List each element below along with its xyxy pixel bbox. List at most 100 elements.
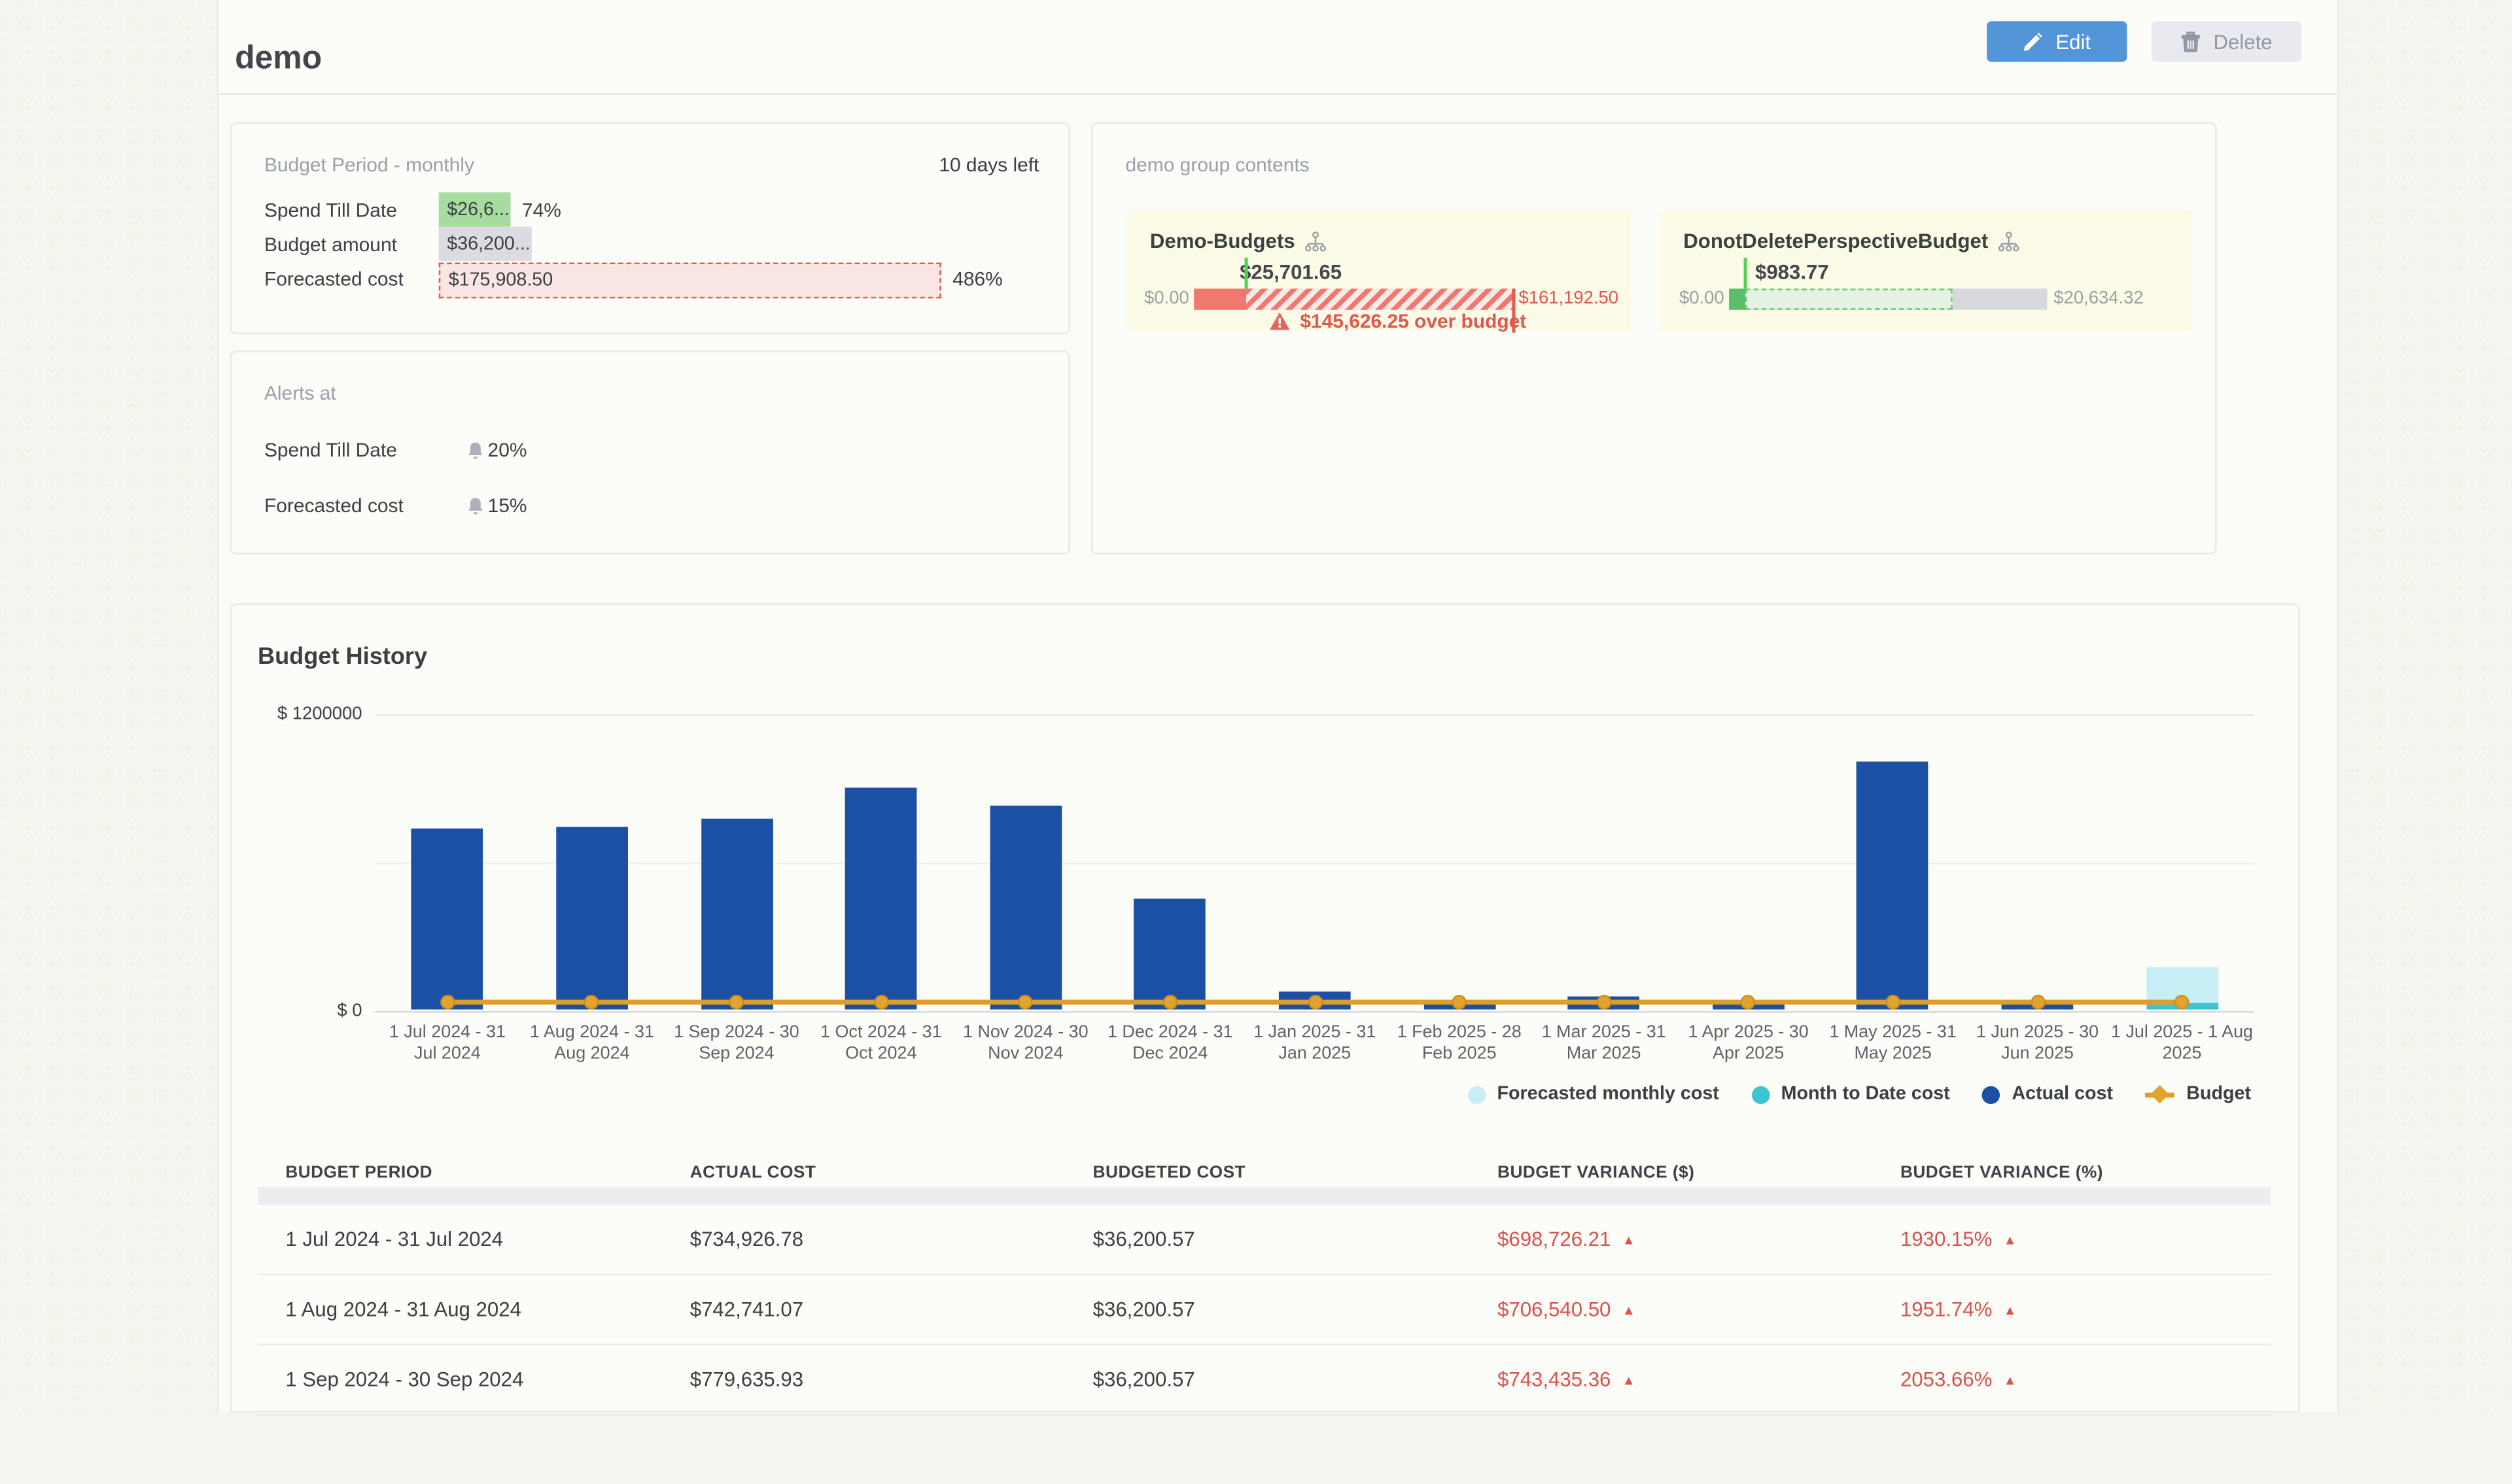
group-budget-item: DonotDeletePerspectiveBudget $983.77 $0.00… bbox=[1659, 211, 2192, 332]
budget-gray-chip: $36,200.... bbox=[439, 227, 532, 261]
budget-point-marker bbox=[1885, 994, 1900, 1009]
spend-segment bbox=[1194, 288, 1246, 309]
cell-budget-variance-pct: 2053.66%▲ bbox=[1873, 1368, 2271, 1391]
legend-item-label: Budget bbox=[2186, 1084, 2251, 1104]
cell-actual-cost: $779,635.93 bbox=[662, 1368, 1065, 1391]
bell-icon bbox=[466, 441, 484, 458]
budget-point-marker bbox=[2030, 994, 2044, 1009]
table-column-header: BUDGET PERIOD bbox=[258, 1162, 662, 1182]
variance-up-icon: ▲ bbox=[2004, 1373, 2017, 1388]
actual-cost-bar bbox=[1857, 762, 1929, 1010]
cell-budgeted-cost: $36,200.57 bbox=[1065, 1228, 1469, 1251]
table-row: 1 Jul 2024 - 31 Jul 2024$734,926.78$36,2… bbox=[258, 1205, 2271, 1275]
cell-actual-cost: $742,741.07 bbox=[662, 1298, 1065, 1321]
variance-up-icon: ▲ bbox=[1622, 1373, 1635, 1388]
alert-row: Spend Till Date 20% bbox=[232, 437, 1068, 463]
axis-baseline bbox=[375, 1010, 2255, 1012]
budget-marker-tick bbox=[1744, 258, 1747, 288]
gridline-top bbox=[375, 714, 2255, 716]
page-title: demo bbox=[235, 41, 322, 78]
legend-mtd-swatch bbox=[1752, 1085, 1770, 1103]
group-budget-name-text: Demo-Budgets bbox=[1150, 230, 1295, 253]
delete-button[interactable]: Delete bbox=[2152, 21, 2301, 61]
group-contents-card-title: demo group contents bbox=[1126, 153, 1310, 176]
variance-up-icon: ▲ bbox=[2004, 1303, 2017, 1317]
budget-history-table: BUDGET PERIODACTUAL COSTBUDGETED COSTBUD… bbox=[258, 1156, 2271, 1484]
cell-actual-cost: $734,926.78 bbox=[662, 1228, 1065, 1251]
hierarchy-icon bbox=[1998, 231, 2019, 252]
budget-red-chip: $175,908.50 bbox=[439, 262, 941, 298]
hierarchy-icon bbox=[1305, 231, 1326, 252]
alert-threshold-value: 20% bbox=[488, 439, 527, 462]
legend-forecast-swatch bbox=[1468, 1085, 1486, 1103]
legend-item: Forecasted monthly cost bbox=[1468, 1084, 1719, 1104]
group-budget-name: DonotDeletePerspectiveBudget bbox=[1683, 230, 2019, 253]
budget-period-row: Spend Till Date$26,6...74% bbox=[232, 192, 1068, 226]
spend-segment bbox=[1729, 288, 1745, 309]
over-budget-alert: $145,626.25 over budget bbox=[1269, 310, 1526, 333]
variance-pct-value: 1930.15% bbox=[1900, 1228, 1992, 1251]
legend-item-label: Actual cost bbox=[2012, 1084, 2113, 1104]
actual-cost-bar bbox=[556, 827, 628, 1010]
budget-period-row-label: Spend Till Date bbox=[264, 198, 397, 221]
x-axis-label: 1 Dec 2024 - 31 Dec 2024 bbox=[1098, 1022, 1242, 1064]
budget-progress-bar bbox=[1194, 288, 1512, 309]
group-budget-name-text: DonotDeletePerspectiveBudget bbox=[1683, 230, 1988, 253]
budget-period-row-label: Budget amount bbox=[264, 232, 397, 255]
budget-point-marker bbox=[1163, 994, 1178, 1009]
chart-legend: Forecasted monthly cost Month to Date cos… bbox=[1468, 1084, 2251, 1104]
budget-history-chart: $ 1200000$ 01 Jul 2024 - 31 Jul 20241 Au… bbox=[232, 605, 2298, 1160]
cell-budget-period: 1 Aug 2024 - 31 Aug 2024 bbox=[258, 1298, 662, 1321]
variance-usd-value: $698,726.21 bbox=[1497, 1228, 1611, 1251]
x-axis-label: 1 Apr 2025 - 30 Apr 2025 bbox=[1677, 1022, 1820, 1064]
group-contents-card: demo group contents Demo-Budgets$25,701.… bbox=[1091, 122, 2217, 555]
forecast-dashed-segment bbox=[1745, 288, 1951, 309]
budget-point-marker bbox=[1741, 994, 1755, 1009]
actual-cost-bar bbox=[990, 806, 1062, 1010]
variance-usd-value: $743,435.36 bbox=[1497, 1368, 1611, 1391]
budget-period-row: Budget amount $36,200.... bbox=[232, 227, 1068, 261]
legend-item-label: Forecasted monthly cost bbox=[1497, 1084, 1718, 1104]
alert-threshold-value: 15% bbox=[488, 494, 527, 517]
table-row-partial bbox=[258, 1415, 2271, 1484]
budget-period-row-label: Forecasted cost bbox=[264, 267, 404, 290]
delete-button-label: Delete bbox=[2213, 30, 2272, 53]
group-budget-amount: $983.77 bbox=[1755, 261, 1829, 284]
remaining-segment bbox=[1951, 288, 2047, 309]
variance-up-icon: ▲ bbox=[1622, 1233, 1635, 1247]
x-axis-label: 1 Aug 2024 - 31 Aug 2024 bbox=[520, 1022, 663, 1064]
pencil-icon bbox=[2023, 32, 2042, 52]
page: demo Edit Delete Budget Period - monthly… bbox=[0, 0, 2512, 1412]
table-column-header: BUDGET VARIANCE (%) bbox=[1873, 1162, 2271, 1182]
days-left-label: 10 days left bbox=[939, 153, 1039, 176]
alerts-card-title: Alerts at bbox=[264, 381, 336, 404]
budget-green-chip: $26,6... bbox=[439, 192, 511, 226]
edit-button[interactable]: Edit bbox=[1987, 21, 2127, 61]
budget-point-marker bbox=[1452, 994, 1466, 1009]
x-axis-label: 1 Jul 2024 - 31 Jul 2024 bbox=[375, 1022, 519, 1064]
budget-period-card-title: Budget Period - monthly bbox=[264, 153, 474, 176]
actual-cost-bar bbox=[701, 818, 773, 1010]
actual-cost-bar bbox=[845, 787, 917, 1010]
content-column: demo Edit Delete Budget Period - monthly… bbox=[217, 0, 2339, 1412]
y-axis-zero-label: $ 0 bbox=[240, 1001, 362, 1020]
budget-point-marker bbox=[874, 994, 888, 1009]
warning-icon bbox=[1269, 311, 1290, 331]
alert-row-label: Spend Till Date bbox=[264, 439, 397, 462]
cell-budget-period: 1 Sep 2024 - 30 Sep 2024 bbox=[258, 1368, 662, 1391]
legend-item: Month to Date cost bbox=[1752, 1084, 1950, 1104]
budget-history-card: Budget History $ 1200000$ 01 Jul 2024 - … bbox=[230, 604, 2300, 1413]
alerts-card: Alerts at Spend Till Date20%Forecasted c… bbox=[230, 351, 1070, 555]
x-axis-label: 1 Jul 2025 - 1 Aug 2025 bbox=[2110, 1022, 2254, 1064]
legend-budget-swatch bbox=[2146, 1092, 2175, 1096]
variance-up-icon: ▲ bbox=[1622, 1303, 1635, 1317]
x-axis-label: 1 Oct 2024 - 31 Oct 2024 bbox=[809, 1022, 952, 1064]
budget-marker-tick bbox=[1245, 258, 1248, 288]
bar-min-label: $0.00 bbox=[1659, 288, 1724, 309]
variance-up-icon: ▲ bbox=[2004, 1233, 2017, 1247]
cell-budget-variance-usd: $706,540.50▲ bbox=[1470, 1298, 1873, 1321]
edit-button-label: Edit bbox=[2055, 30, 2091, 53]
cell-budget-variance-usd: $698,726.21 ▲ bbox=[1470, 1228, 1873, 1251]
table-row: 1 Aug 2024 - 31 Aug 2024$742,741.07$36,2… bbox=[258, 1275, 2271, 1345]
legend-item: Budget bbox=[2146, 1084, 2251, 1104]
